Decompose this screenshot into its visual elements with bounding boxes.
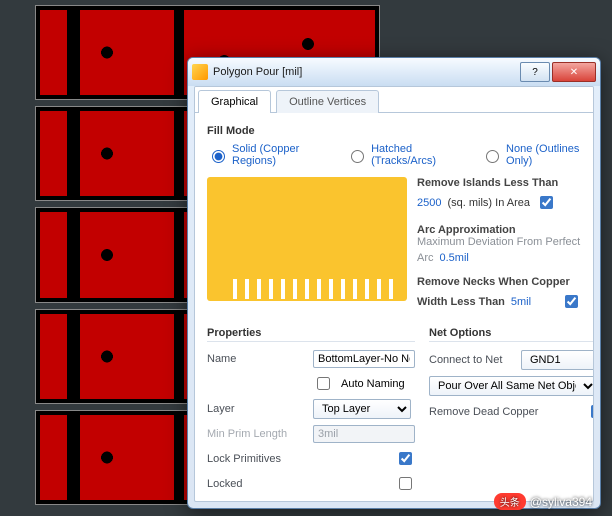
layer-label: Layer xyxy=(207,403,305,415)
arc-sub2: Arc xyxy=(417,252,434,264)
pour-preview xyxy=(207,177,407,301)
radio-none[interactable] xyxy=(486,150,499,163)
auto-naming-checkbox[interactable] xyxy=(317,377,330,390)
islands-value-link[interactable]: 2500 xyxy=(417,197,441,209)
watermark-user: @syliva394 xyxy=(530,495,592,509)
locked-label: Locked xyxy=(207,478,305,490)
window-title: Polygon Pour [mil] xyxy=(213,66,518,78)
necks-value-link[interactable]: 5mil xyxy=(511,296,531,308)
dialog-window: Polygon Pour [mil] ? ✕ Graphical Outline… xyxy=(187,57,601,509)
islands-checkbox[interactable] xyxy=(540,196,553,209)
necks-sub: Width Less Than xyxy=(417,296,505,308)
remove-dead-checkbox[interactable] xyxy=(591,405,593,418)
arc-approx-header: Arc Approximation xyxy=(417,224,581,236)
tab-graphical[interactable]: Graphical xyxy=(198,90,271,113)
lock-primitives-label: Lock Primitives xyxy=(207,453,305,465)
help-button[interactable]: ? xyxy=(520,62,550,82)
radio-hatched[interactable] xyxy=(351,150,364,163)
watermark: 头条 @syliva394 xyxy=(494,493,592,510)
minprim-label: Min Prim Length xyxy=(207,428,305,440)
tab-outline-vertices[interactable]: Outline Vertices xyxy=(276,90,379,113)
remove-necks-header: Remove Necks When Copper xyxy=(417,276,581,288)
name-field[interactable] xyxy=(313,350,415,368)
arc-sub1: Maximum Deviation From Perfect xyxy=(417,236,581,248)
fill-mode-title: Fill Mode xyxy=(207,125,581,137)
remove-islands-header: Remove Islands Less Than xyxy=(417,177,581,189)
connect-net-label: Connect to Net xyxy=(429,354,513,366)
connect-net-select[interactable]: GND1 xyxy=(521,350,593,370)
properties-title: Properties xyxy=(207,327,415,342)
fill-mode-solid[interactable]: Solid (Copper Regions) xyxy=(207,143,316,167)
name-label: Name xyxy=(207,353,305,365)
pour-rule-select[interactable]: Pour Over All Same Net Objects xyxy=(429,376,593,396)
watermark-badge: 头条 xyxy=(494,493,526,510)
title-bar[interactable]: Polygon Pour [mil] ? ✕ xyxy=(188,58,600,86)
tabs: Graphical Outline Vertices xyxy=(195,87,593,113)
locked-checkbox[interactable] xyxy=(399,477,412,490)
fill-mode-hatched[interactable]: Hatched (Tracks/Arcs) xyxy=(346,143,451,167)
lock-primitives-checkbox[interactable] xyxy=(399,452,412,465)
remove-dead-label: Remove Dead Copper xyxy=(429,406,559,418)
auto-naming-label: Auto Naming xyxy=(341,378,405,390)
close-button[interactable]: ✕ xyxy=(552,62,596,82)
necks-checkbox[interactable] xyxy=(565,295,578,308)
islands-unit: (sq. mils) In Area xyxy=(447,197,530,209)
app-icon xyxy=(192,64,208,80)
net-options-title: Net Options xyxy=(429,327,593,342)
minprim-field xyxy=(313,425,415,443)
fill-mode-none[interactable]: None (Outlines Only) xyxy=(481,143,581,167)
radio-solid[interactable] xyxy=(212,150,225,163)
arc-value-link[interactable]: 0.5mil xyxy=(440,252,469,264)
layer-select[interactable]: Top Layer xyxy=(313,399,411,419)
